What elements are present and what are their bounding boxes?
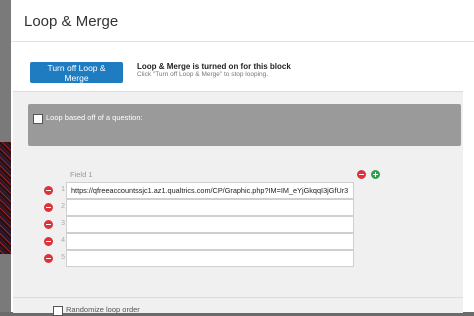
table-row: 5	[40, 250, 354, 267]
background-page	[0, 0, 11, 312]
remove-row-icon[interactable]	[44, 254, 53, 263]
remove-row-icon[interactable]	[44, 220, 53, 229]
add-field-icon[interactable]	[371, 170, 380, 179]
background-image	[0, 142, 11, 254]
row-number: 3	[61, 220, 65, 227]
remove-row-icon[interactable]	[44, 203, 53, 212]
section-divider	[13, 297, 463, 298]
row-number: 5	[61, 254, 65, 261]
row-number: 1	[61, 186, 65, 193]
status-subtitle: Click "Turn off Loop & Merge" to stop lo…	[137, 71, 269, 78]
table-row: 2	[40, 199, 354, 216]
table-row: 4	[40, 233, 354, 250]
remove-row-icon[interactable]	[44, 186, 53, 195]
status-title: Loop & Merge is turned on for this block	[137, 62, 291, 71]
table-row: 1 https://qfreeaccountssjc1.az1.qualtric…	[40, 182, 354, 199]
table-row: 3	[40, 216, 354, 233]
loop-question-bar	[28, 104, 461, 146]
row-number: 4	[61, 237, 65, 244]
remove-row-icon[interactable]	[44, 237, 53, 246]
field-value-cell[interactable]: https://qfreeaccountssjc1.az1.qualtrics.…	[66, 182, 354, 199]
randomize-checkbox[interactable]	[53, 306, 63, 316]
dialog-title: Loop & Merge	[24, 13, 119, 30]
row-number: 2	[61, 203, 65, 210]
loop-question-label: Loop based off of a question:	[46, 113, 143, 122]
remove-field-icon[interactable]	[357, 170, 366, 179]
loop-question-checkbox[interactable]	[33, 114, 43, 124]
dialog-header: Loop & Merge	[11, 0, 474, 42]
field-value-cell[interactable]	[66, 250, 354, 267]
field-column-header: Field 1	[70, 170, 93, 179]
field-value-cell[interactable]	[66, 216, 354, 233]
randomize-label: Randomize loop order	[66, 305, 140, 314]
turn-off-loop-merge-button[interactable]: Turn off Loop & Merge	[30, 62, 123, 83]
field-value-cell[interactable]	[66, 199, 354, 216]
field-value-cell[interactable]	[66, 233, 354, 250]
